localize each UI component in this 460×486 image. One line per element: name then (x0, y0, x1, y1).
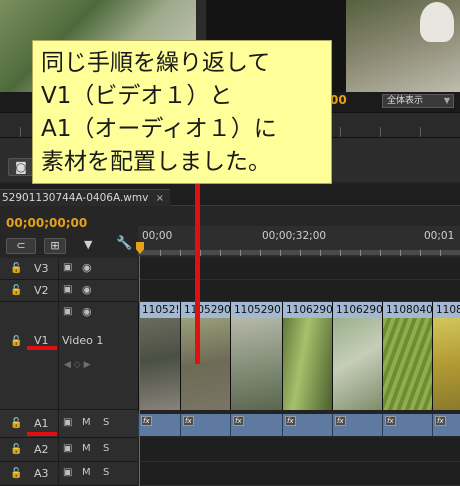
eye-icon[interactable]: ◉ (82, 283, 92, 296)
audio-clip[interactable]: fx (230, 414, 282, 436)
lock-icon[interactable]: 🔓 (10, 444, 22, 455)
film-sync-icon[interactable]: ▣ (63, 417, 72, 428)
fx-badge: fx (285, 416, 296, 426)
video-clip[interactable]: 1106290 (282, 302, 332, 410)
track-header-a1: 🔓 A1 ▣ M S (0, 410, 138, 438)
close-icon[interactable]: × (156, 193, 164, 204)
timeline-timecode[interactable]: 00;00;00;00 (6, 216, 87, 230)
solo-button[interactable]: S (103, 417, 109, 428)
track-header-v3: 🔓 V3 ▣ ◉ (0, 258, 138, 280)
zoom-level-value: 全体表示 (387, 96, 424, 106)
track-label-a2[interactable]: A2 (34, 443, 49, 456)
track-label-a1[interactable]: A1 (34, 417, 49, 430)
callout-line: A1（オーディオ１）に (41, 116, 277, 142)
sequence-tab[interactable]: 52901130744A-0406A.wmv × (0, 189, 171, 206)
clip-name: 1108 (433, 302, 460, 318)
video-clip[interactable]: 11052! (138, 302, 180, 410)
audio-clip[interactable]: fx (138, 414, 180, 436)
eye-icon[interactable]: ◉ (82, 261, 92, 274)
clip-name: 1105290 (231, 302, 282, 318)
audio-clip[interactable]: fx (382, 414, 432, 436)
snap-icon[interactable]: ⊂ (6, 238, 36, 254)
audio-clip[interactable]: fx (332, 414, 382, 436)
annotation-pointer-line (195, 184, 200, 364)
chevron-down-icon: ▼ (443, 96, 450, 105)
callout-line: V1（ビデオ１）と (41, 83, 233, 109)
track-name-v1: Video 1 (62, 334, 104, 347)
fx-badge: fx (233, 416, 244, 426)
clip-name: 1106290 (333, 302, 382, 318)
clip-name: 11052! (139, 302, 180, 318)
marker-icon[interactable]: ▼ (84, 238, 92, 251)
instruction-callout: 同じ手順を繰り返して V1（ビデオ１）と A1（オーディオ１）に 素材を配置しま… (32, 40, 332, 184)
track-lane-a2[interactable] (138, 438, 460, 462)
track-lane-a1[interactable]: fx fx fx fx fx fx fx (138, 414, 460, 436)
annotation-underline-v1 (27, 346, 57, 350)
monitor-timecode[interactable]: 00 (330, 93, 347, 107)
work-area-bar[interactable] (138, 250, 460, 255)
lock-icon[interactable]: 🔓 (10, 336, 22, 347)
ruler-label-end: 00;01 (424, 230, 455, 242)
mute-button[interactable]: M (82, 443, 91, 454)
film-sync-icon[interactable]: ▣ (63, 284, 72, 295)
fx-badge: fx (335, 416, 346, 426)
track-lane-v3[interactable] (138, 258, 460, 280)
fx-badge: fx (183, 416, 194, 426)
video-clip[interactable]: 1106290 (332, 302, 382, 410)
track-header-v1: 🔓 V1 ▣ ◉ Video 1 ◀ ◇ ▶ (0, 302, 138, 410)
lock-icon[interactable]: 🔓 (10, 468, 22, 479)
audio-clip[interactable]: fx (432, 414, 460, 436)
video-clip[interactable]: 1108040 (382, 302, 432, 410)
camera-icon[interactable]: ◙ (8, 158, 34, 176)
keyframe-nav-icon[interactable]: ◀ ◇ ▶ (64, 360, 91, 370)
eye-icon[interactable]: ◉ (82, 305, 92, 318)
zoom-level-select[interactable]: 全体表示 ▼ (382, 94, 454, 108)
fx-badge: fx (435, 416, 446, 426)
track-label-a3[interactable]: A3 (34, 467, 49, 480)
audio-clip[interactable]: fx (180, 414, 230, 436)
mute-button[interactable]: M (82, 417, 91, 428)
fx-badge: fx (141, 416, 152, 426)
person-figure (420, 2, 454, 42)
ruler-label-mid: 00;00;32;00 (262, 230, 327, 242)
lock-icon[interactable]: 🔓 (10, 263, 22, 274)
solo-button[interactable]: S (103, 443, 109, 454)
track-header-a2: 🔓 A2 ▣ M S (0, 438, 138, 462)
track-header-v2: 🔓 V2 ▣ ◉ (0, 280, 138, 302)
sequence-tab-label: 52901130744A-0406A.wmv (2, 192, 149, 204)
track-label-v3[interactable]: V3 (34, 262, 49, 275)
callout-line: 同じ手順を繰り返して (41, 50, 271, 76)
film-sync-icon[interactable]: ▣ (63, 262, 72, 273)
clip-name: 1106290 (283, 302, 332, 318)
ruler-label-start: 00;00 (142, 230, 173, 242)
lock-icon[interactable]: 🔓 (10, 418, 22, 429)
wrench-icon[interactable]: 🔧 (116, 236, 132, 251)
clip-name: 1105290 (181, 302, 230, 318)
track-lane-v1[interactable]: 11052! 1105290 1105290 1106290 1106290 1… (138, 302, 460, 410)
fx-badge: fx (385, 416, 396, 426)
link-selection-icon[interactable]: ⊞ (44, 238, 66, 254)
film-sync-icon[interactable]: ▣ (63, 443, 72, 454)
playhead-line[interactable] (139, 256, 140, 486)
track-lane-a3[interactable] (138, 462, 460, 486)
film-sync-icon[interactable]: ▣ (63, 467, 72, 478)
audio-clip[interactable]: fx (282, 414, 332, 436)
mute-button[interactable]: M (82, 467, 91, 478)
video-clip[interactable]: 1108 (432, 302, 460, 410)
callout-line: 素材を配置しました。 (41, 149, 271, 175)
film-sync-icon[interactable]: ▣ (63, 306, 72, 317)
track-label-v2[interactable]: V2 (34, 284, 49, 297)
clip-name: 1108040 (383, 302, 432, 318)
track-header-a3: 🔓 A3 ▣ M S (0, 462, 138, 486)
track-lane-v2[interactable] (138, 280, 460, 302)
annotation-underline-a1 (27, 432, 57, 436)
lock-icon[interactable]: 🔓 (10, 285, 22, 296)
solo-button[interactable]: S (103, 467, 109, 478)
video-clip[interactable]: 1105290 (180, 302, 230, 410)
video-clip[interactable]: 1105290 (230, 302, 282, 410)
